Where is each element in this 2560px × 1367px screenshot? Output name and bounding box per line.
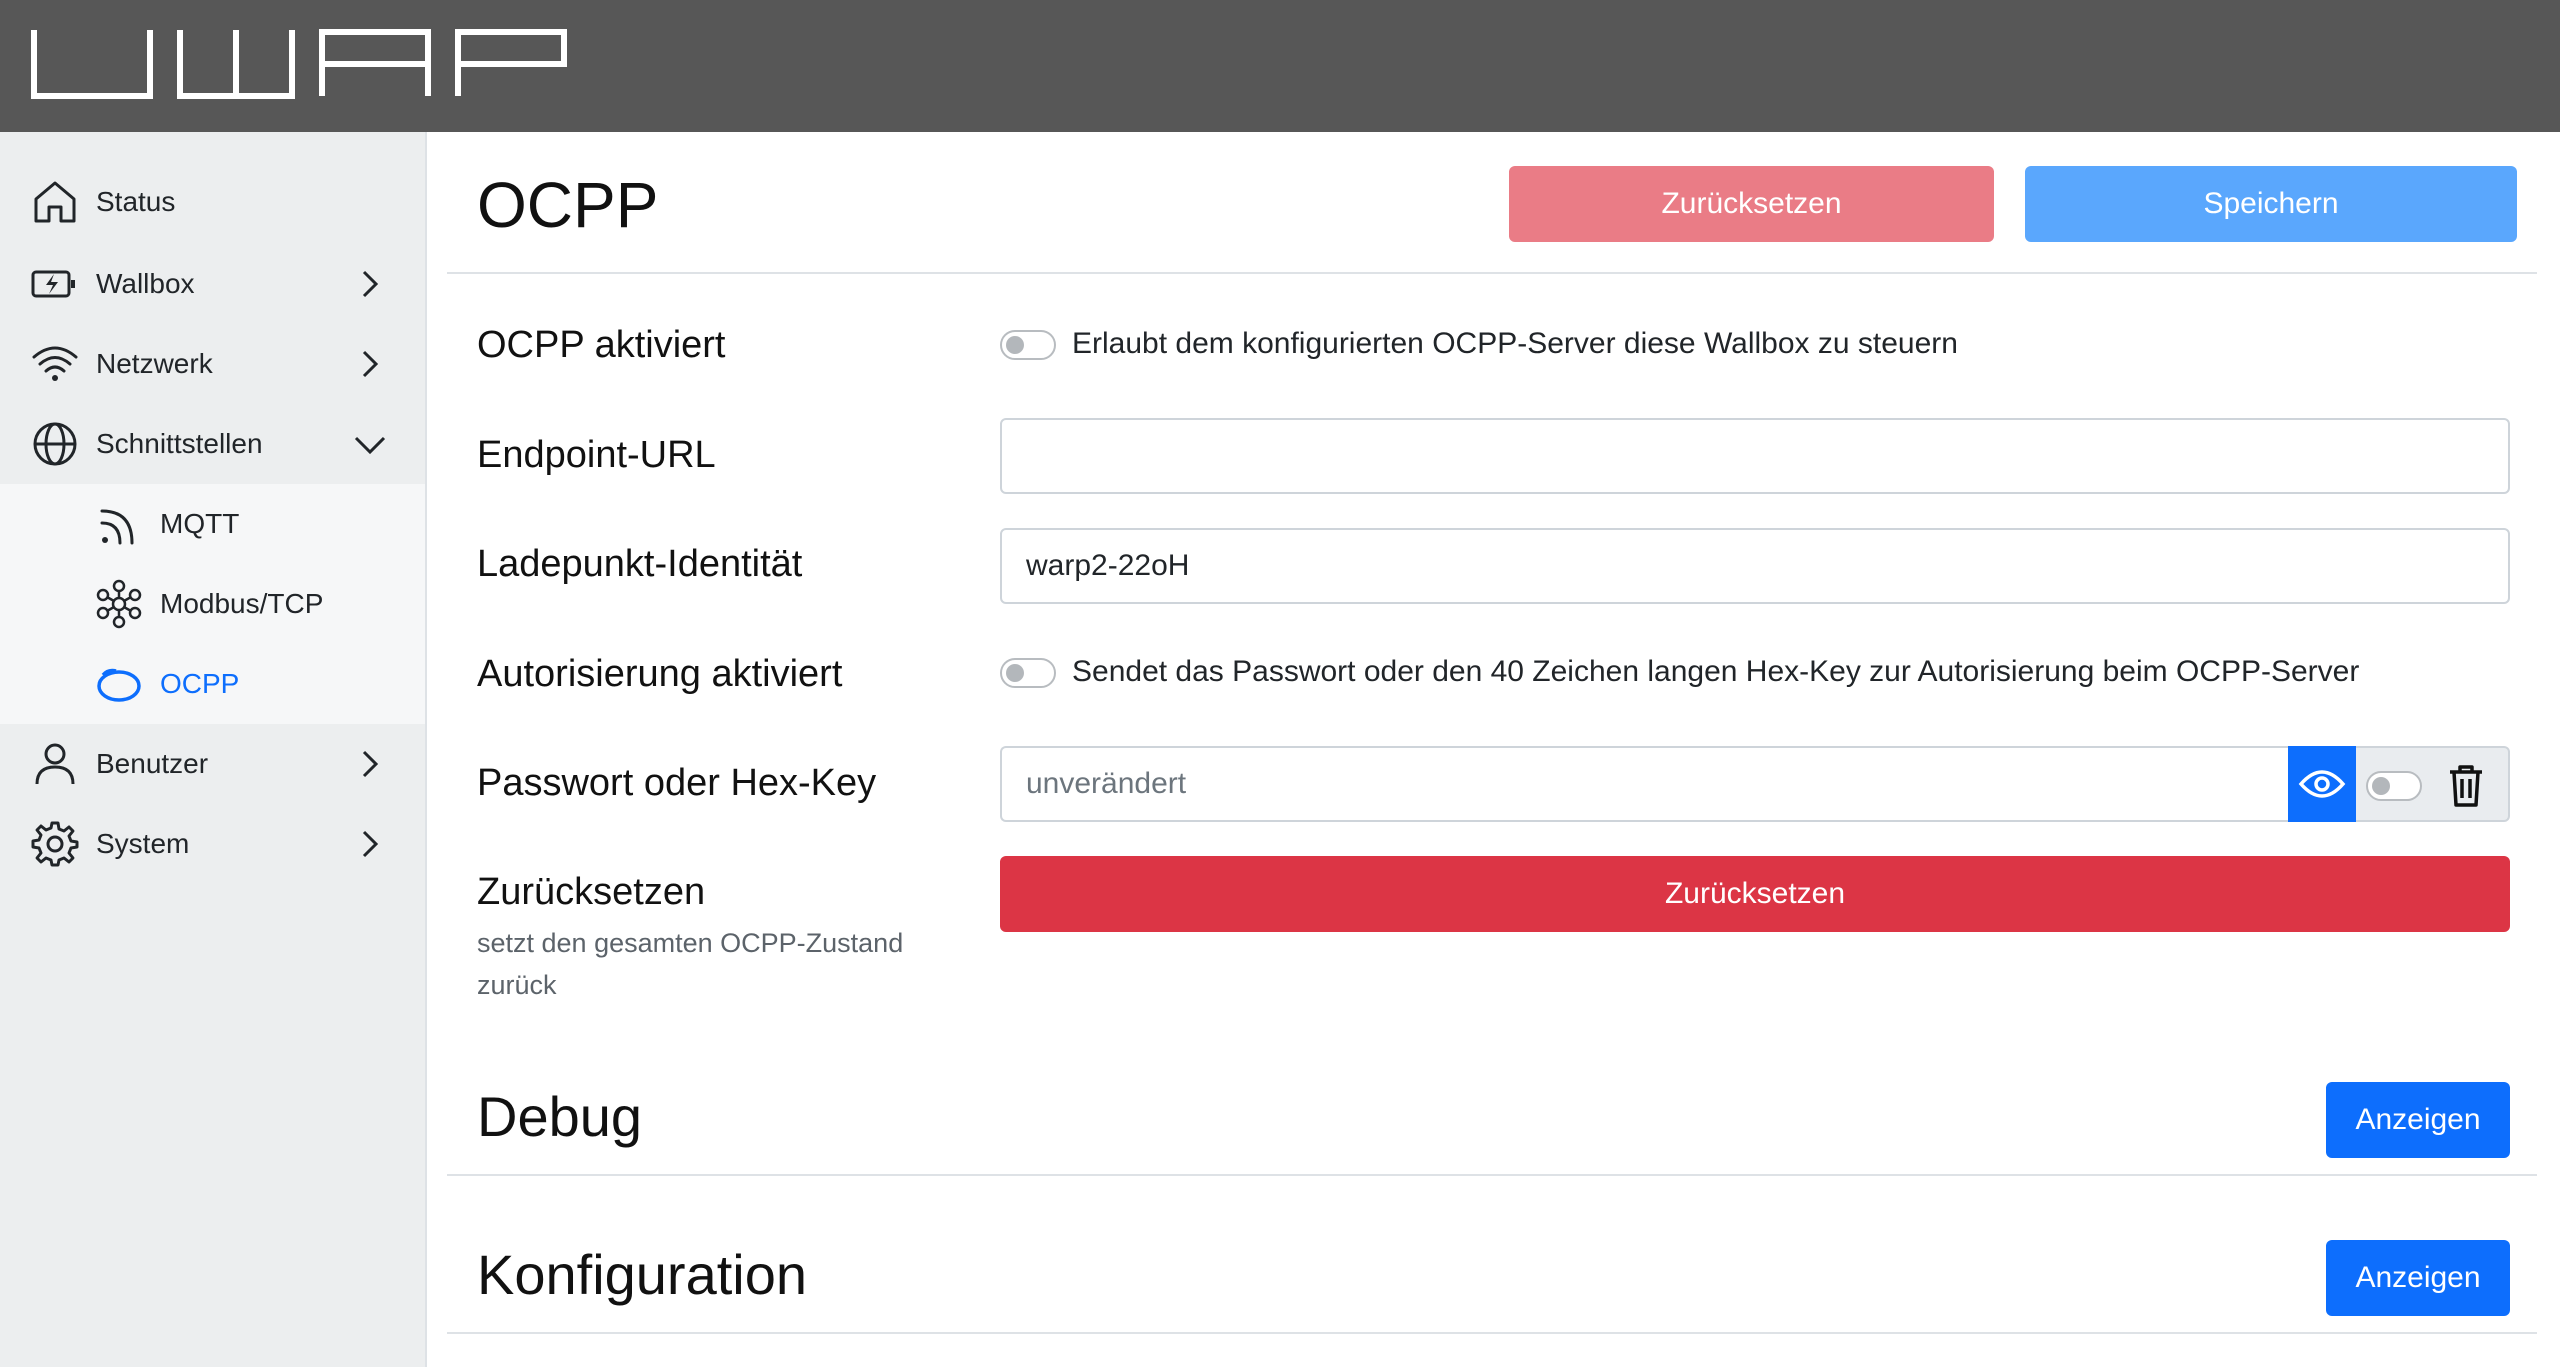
network-icon xyxy=(96,579,142,629)
sidebar-item-label: Wallbox xyxy=(96,268,195,299)
endpoint-url-label: Endpoint-URL xyxy=(477,434,716,476)
user-icon xyxy=(35,743,75,785)
config-section-title: Konfiguration xyxy=(477,1243,808,1306)
sidebar-item-label: Status xyxy=(96,186,176,217)
warp-logo xyxy=(31,29,567,99)
eye-icon xyxy=(2298,770,2346,798)
sidebar-item-schnittstellen[interactable]: Schnittstellen xyxy=(0,404,425,484)
sidebar-item-system[interactable]: System xyxy=(0,804,425,884)
chevron-down-icon xyxy=(354,436,386,455)
password-input[interactable]: unverändert xyxy=(1000,746,2292,822)
sidebar-subgroup-schnittstellen: MQTT Modbus/TCP OCPP xyxy=(0,484,425,724)
sidebar-item-ocpp[interactable]: OCPP xyxy=(0,644,425,724)
charge-point-id-input[interactable]: warp2-22oH xyxy=(1000,528,2510,604)
save-button[interactable]: Speichern xyxy=(2025,166,2517,242)
chevron-right-icon xyxy=(362,750,379,778)
sidebar-item-modbus[interactable]: Modbus/TCP xyxy=(0,564,425,644)
auth-enabled-description: Sendet das Passwort oder den 40 Zeichen … xyxy=(1072,655,2360,688)
sidebar-item-label: System xyxy=(96,828,190,859)
auth-enabled-toggle[interactable] xyxy=(1000,658,1056,688)
debug-show-button[interactable]: Anzeigen xyxy=(2326,1082,2510,1158)
clear-password-toggle[interactable] xyxy=(2366,771,2422,801)
sidebar-item-label: Netzwerk xyxy=(96,348,213,379)
ocpp-icon xyxy=(97,668,141,702)
sidebar-item-label: Modbus/TCP xyxy=(160,588,324,619)
debug-section-title: Debug xyxy=(477,1085,643,1148)
globe-icon xyxy=(33,422,77,466)
password-clear-addon xyxy=(2356,746,2510,822)
divider xyxy=(447,272,2537,274)
main-content: OCPP Zurücksetzen Speichern OCPP aktivie… xyxy=(427,132,2560,1367)
charge-point-id-label: Ladepunkt-Identität xyxy=(477,543,803,585)
sidebar-item-label: Schnittstellen xyxy=(96,428,263,459)
reset-button[interactable]: Zurücksetzen xyxy=(1509,166,1994,242)
wifi-icon xyxy=(32,346,78,381)
config-show-button[interactable]: Anzeigen xyxy=(2326,1240,2510,1316)
sidebar-item-status[interactable]: Status xyxy=(0,162,425,242)
home-icon xyxy=(34,181,76,223)
password-label: Passwort oder Hex-Key xyxy=(477,762,877,804)
reset-ocpp-button[interactable]: Zurücksetzen xyxy=(1000,856,2510,932)
sidebar-item-label: Benutzer xyxy=(96,748,209,779)
sidebar-item-wallbox[interactable]: Wallbox xyxy=(0,244,425,324)
sidebar-item-netzwerk[interactable]: Netzwerk xyxy=(0,324,425,404)
ocpp-enabled-label: OCPP aktiviert xyxy=(477,324,726,366)
show-password-button[interactable] xyxy=(2288,746,2356,822)
endpoint-url-input[interactable] xyxy=(1000,418,2510,494)
divider xyxy=(447,1174,2537,1176)
rss-icon xyxy=(100,509,134,545)
ocpp-enabled-description: Erlaubt dem konfigurierten OCPP-Server d… xyxy=(1072,327,1958,360)
reset-ocpp-label: Zurücksetzen xyxy=(477,871,706,913)
gear-icon xyxy=(31,821,79,867)
auth-enabled-label: Autorisierung aktiviert xyxy=(477,653,843,695)
reset-ocpp-description: setzt den gesamten OCPP-Zustand zurück xyxy=(477,928,904,1000)
sidebar: Status Wallbox Netzwerk Schnittstellen M… xyxy=(0,132,427,1367)
page-title: OCPP xyxy=(477,169,659,241)
ocpp-enabled-toggle[interactable] xyxy=(1000,330,1056,360)
chevron-right-icon xyxy=(362,270,379,298)
trash-icon[interactable] xyxy=(2446,764,2486,808)
sidebar-item-label: OCPP xyxy=(160,668,240,699)
sidebar-item-benutzer[interactable]: Benutzer xyxy=(0,724,425,804)
password-field-group: unverändert xyxy=(1000,746,2510,822)
divider xyxy=(447,1332,2537,1334)
charger-icon xyxy=(31,270,75,298)
sidebar-item-mqtt[interactable]: MQTT xyxy=(0,484,425,564)
chevron-right-icon xyxy=(362,350,379,378)
chevron-right-icon xyxy=(362,830,379,858)
sidebar-item-label: MQTT xyxy=(160,508,240,539)
top-bar xyxy=(0,0,2560,132)
